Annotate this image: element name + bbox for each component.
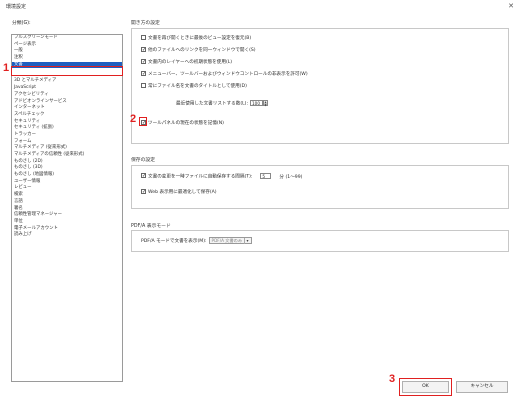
- pdfa-title: PDF/A 表示モード: [131, 224, 171, 229]
- category-item-accessibility[interactable]: アクセシビリティ: [12, 92, 122, 99]
- autosave-label: 文書の変更を一時ファイルに自動保存する間隔(T):: [148, 174, 253, 180]
- category-item-general[interactable]: 一般: [12, 48, 122, 55]
- category-item-measuring-geo[interactable]: ものさし (地図情報): [12, 172, 122, 179]
- option-web-optimize[interactable]: ✓ Web 表示用に最適化して保存(A): [141, 188, 217, 196]
- option-hide-menubar[interactable]: ✓ メニューバー、ツールバーおよびウィンドウコントロールの非表示を許可(W): [141, 70, 308, 78]
- category-item-fullscreen[interactable]: フルスクリーンモード: [12, 35, 122, 42]
- category-item-internet[interactable]: インターネット: [12, 105, 122, 112]
- categories-list[interactable]: フルスクリーンモード ページ表示 一般 注釈 文書 3D とマルチメディア Ja…: [11, 34, 123, 382]
- step-1-highlight: [11, 66, 123, 76]
- checkbox-same-window[interactable]: ✓: [141, 46, 146, 52]
- checkbox-filename-title[interactable]: [141, 82, 146, 88]
- recent-docs-stepper-icon[interactable]: ▲ ▼: [263, 100, 269, 107]
- option-layer-state-label: 文書内のレイヤーへの初期状態を使用(L): [148, 60, 233, 65]
- pdfa-label: PDF/A モードで文書を表示(M):: [141, 239, 207, 244]
- checkbox-autosave[interactable]: ✓: [141, 173, 146, 179]
- checkbox-hide-menubar[interactable]: ✓: [141, 70, 146, 76]
- category-item-javascript[interactable]: JavaScript: [12, 85, 122, 92]
- close-icon[interactable]: ✕: [508, 2, 514, 10]
- category-item-multimedia-trust[interactable]: マルチメディアの信頼性 (従来形式): [12, 152, 122, 159]
- recent-docs-row: 最近使用した文書リストする数(L): 100 ▲ ▼: [176, 100, 269, 107]
- category-item-search[interactable]: 検索: [12, 192, 122, 199]
- pdfa-mode-select[interactable]: PDF/A 文書のみ ▾: [208, 237, 252, 244]
- recent-docs-input[interactable]: 100: [250, 100, 264, 106]
- step-1-marker: 1: [3, 62, 10, 74]
- category-item-read-out-loud[interactable]: 読み上げ: [12, 232, 122, 239]
- categories-label: 分類(G):: [12, 21, 31, 26]
- option-same-window-label: 他のファイルへのリンクを同一ウィンドウで開く(S): [148, 48, 256, 53]
- pdfa-row: PDF/A モードで文書を表示(M): PDF/A 文書のみ ▾: [141, 237, 252, 244]
- chevron-down-icon: ▾: [243, 238, 251, 244]
- category-item-review[interactable]: レビュー: [12, 185, 122, 192]
- open-settings-title: 開き方の設定: [131, 21, 160, 26]
- category-item-page-display[interactable]: ページ表示: [12, 42, 122, 49]
- option-same-window[interactable]: ✓ 他のファイルへのリンクを同一ウィンドウで開く(S): [141, 46, 256, 54]
- option-hide-menubar-label: メニューバー、ツールバーおよびウィンドウコントロールの非表示を許可(W): [148, 72, 308, 77]
- checkbox-web-optimize[interactable]: ✓: [141, 188, 146, 194]
- category-item-units[interactable]: 単位: [12, 219, 122, 226]
- window-title: 環境設定: [6, 4, 27, 10]
- cancel-button[interactable]: キャンセル: [456, 381, 508, 393]
- option-filename-title-label: 常にファイル名を文書のタイトルとして使用(D): [148, 84, 247, 89]
- option-autosave[interactable]: ✓ 文書の変更を一時ファイルに自動保存する間隔(T): 5 分 (1〜99): [141, 173, 302, 180]
- category-item-language[interactable]: 言語: [12, 199, 122, 206]
- option-toolpanel-state[interactable]: ✓ ツールパネルの現在の状態を記憶(N): [141, 119, 224, 127]
- checkbox-layer-state[interactable]: ✓: [141, 58, 146, 64]
- option-filename-title[interactable]: 常にファイル名を文書のタイトルとして使用(D): [141, 82, 247, 90]
- category-item-multimedia-legacy[interactable]: マルチメディア (従来形式): [12, 145, 122, 152]
- autosave-unit: 分 (1〜99): [279, 174, 303, 180]
- ok-button[interactable]: OK: [402, 381, 449, 393]
- step-2-highlight: [139, 117, 147, 126]
- preferences-dialog: 環境設定 ✕ 分類(G): フルスクリーンモード ページ表示 一般 注釈 文書 …: [0, 0, 519, 405]
- step-3-marker: 3: [389, 373, 396, 385]
- category-item-tracker[interactable]: トラッカー: [12, 132, 122, 139]
- web-optimize-label: Web 表示用に最適化して保存(A): [148, 190, 217, 195]
- option-restore-view[interactable]: 文書を再び開くときに最後のビュー設定を復元(B): [141, 34, 252, 42]
- category-item-trust-manager[interactable]: 信頼性管理マネージャー: [12, 212, 122, 219]
- category-item-spelling[interactable]: スペルチェック: [12, 112, 122, 119]
- title-bar: 環境設定 ✕: [0, 0, 519, 13]
- recent-docs-label: 最近使用した文書リストする数(L):: [176, 101, 249, 107]
- autosave-interval-input[interactable]: 5: [260, 173, 272, 179]
- option-restore-view-label: 文書を再び開くときに最後のビュー設定を復元(B): [148, 36, 252, 41]
- save-settings-title: 保存の設定: [131, 158, 155, 163]
- option-layer-state[interactable]: ✓ 文書内のレイヤーへの初期状態を使用(L): [141, 58, 233, 66]
- option-toolpanel-state-label: ツールパネルの現在の状態を記憶(N): [148, 121, 224, 126]
- save-settings-group: [131, 165, 509, 209]
- category-item-comments[interactable]: 注釈: [12, 55, 122, 62]
- checkbox-restore-view[interactable]: [141, 34, 146, 40]
- step-2-marker: 2: [130, 113, 137, 125]
- pdfa-mode-value: PDF/A 文書のみ: [211, 238, 243, 243]
- category-item-security-enhanced[interactable]: セキュリティ (拡張): [12, 125, 122, 132]
